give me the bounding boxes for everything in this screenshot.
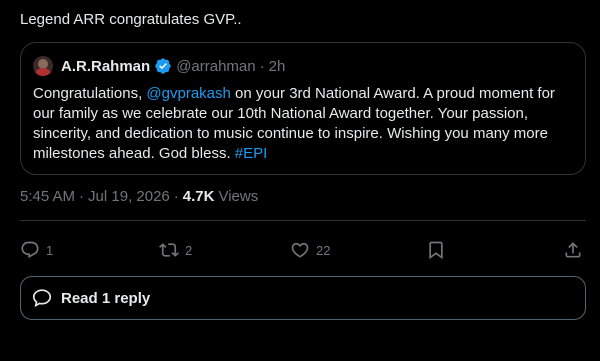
like-count: 22 <box>316 242 331 258</box>
body-text-start: Congratulations, <box>33 85 147 102</box>
read-replies-button[interactable]: Read 1 reply <box>20 276 586 320</box>
read-replies-label: Read 1 reply <box>61 289 151 307</box>
avatar[interactable] <box>33 56 53 76</box>
mention-link[interactable]: @gvprakash <box>146 85 230 102</box>
post-meta: 5:45 AM · Jul 19, 2026 · 4.7K Views <box>20 188 258 205</box>
divider <box>20 220 586 221</box>
quoted-post-body: Congratulations, @gvprakash on your 3rd … <box>33 84 578 164</box>
quoted-post-card[interactable]: A.R.Rahman @arrahman · 2h Congratulation… <box>20 42 586 175</box>
views-count: 4.7K <box>182 188 215 205</box>
action-bar: 1 2 22 <box>20 238 586 262</box>
separator-dot: · <box>259 57 265 75</box>
share-button[interactable] <box>563 238 583 262</box>
timestamp-time[interactable]: 5:45 AM <box>20 188 75 205</box>
reply-button[interactable]: 1 <box>20 238 53 262</box>
repost-icon <box>159 243 179 257</box>
like-icon <box>291 242 309 258</box>
chat-bubble-icon <box>32 289 52 308</box>
separator-dot: · <box>173 188 179 205</box>
like-button[interactable]: 22 <box>290 238 330 262</box>
author-name[interactable]: A.R.Rahman <box>61 58 150 75</box>
post-time[interactable]: 2h <box>269 58 286 75</box>
timestamp-date[interactable]: Jul 19, 2026 <box>88 188 170 205</box>
hashtag-link[interactable]: #EPI <box>235 145 268 162</box>
reply-count: 1 <box>46 242 54 258</box>
post-text: Legend ARR congratulates GVP.. <box>20 11 242 28</box>
share-icon <box>565 242 581 258</box>
views-label: Views <box>218 188 259 205</box>
bookmark-button[interactable] <box>426 238 446 262</box>
repost-button[interactable]: 2 <box>159 238 192 262</box>
verified-badge-icon <box>154 57 172 75</box>
bookmark-icon <box>429 241 443 260</box>
quoted-post-header: A.R.Rahman @arrahman · 2h <box>33 56 285 76</box>
separator-dot: · <box>79 188 85 205</box>
author-handle[interactable]: @arrahman <box>176 58 255 75</box>
reply-icon <box>21 241 39 259</box>
repost-count: 2 <box>185 242 193 258</box>
